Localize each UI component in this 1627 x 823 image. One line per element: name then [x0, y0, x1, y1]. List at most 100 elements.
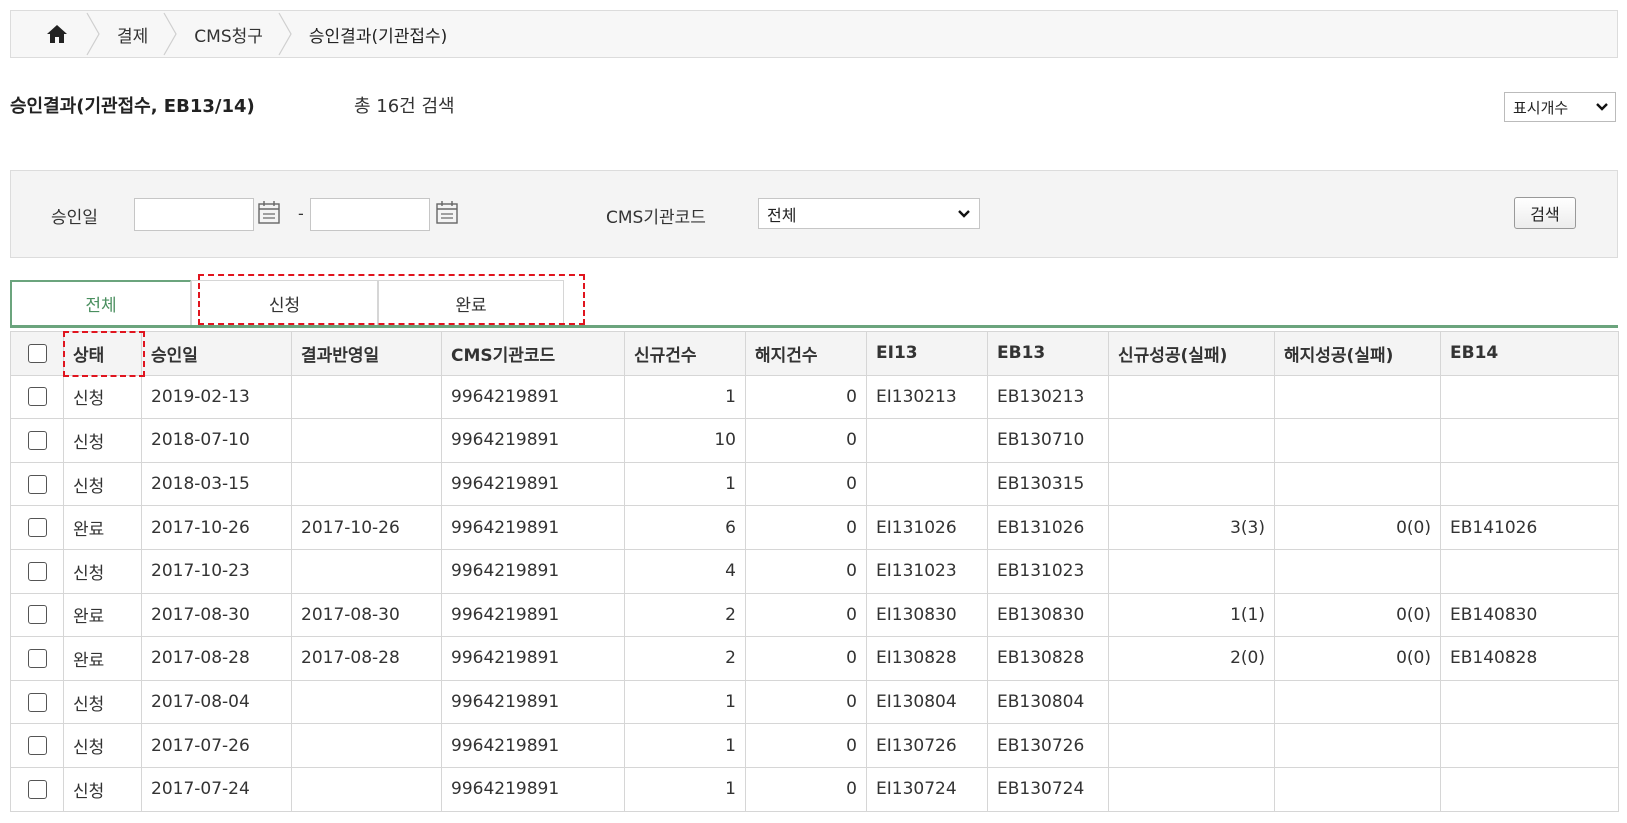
status-cell: 신청	[63, 461, 142, 507]
row-checkbox[interactable]	[27, 779, 47, 799]
cms-org-code-cell: 9964219891	[441, 418, 625, 463]
ei13-cell: EI131026	[866, 505, 988, 550]
row-select-cell	[10, 723, 64, 768]
status-cell: 완료	[63, 592, 142, 638]
table-row[interactable]: 신청 2017-07-24 9964219891 1 0 EI130724 EB…	[10, 766, 1619, 812]
approval-date-cell: 2017-08-30	[141, 592, 292, 638]
new-success-fail-cell	[1108, 766, 1275, 812]
date-separator: -	[298, 204, 304, 223]
cancel-count-cell: 0	[745, 679, 867, 725]
table-row[interactable]: 완료 2017-08-30 2017-08-30 9964219891 2 0 …	[10, 592, 1619, 638]
status-cell: 신청	[63, 679, 142, 725]
breadcrumb-item-cms-billing[interactable]: CMS청구	[194, 22, 263, 47]
row-checkbox[interactable]	[27, 736, 47, 756]
home-icon[interactable]	[43, 20, 71, 48]
chevron-right-icon	[86, 12, 100, 56]
chevron-right-icon	[163, 12, 177, 56]
status-cell: 신청	[63, 548, 142, 594]
calendar-icon[interactable]	[257, 200, 281, 226]
table-row[interactable]: 신청 2017-08-04 9964219891 1 0 EI130804 EB…	[10, 679, 1619, 725]
row-checkbox[interactable]	[27, 474, 47, 494]
date-to-input[interactable]	[310, 198, 430, 231]
row-checkbox[interactable]	[27, 692, 47, 712]
status-tabs: 전체 신청 완료	[10, 280, 1618, 328]
row-select-cell	[10, 679, 64, 725]
cms-org-code-cell: 9964219891	[441, 505, 625, 550]
ei13-cell	[866, 418, 988, 463]
table-row[interactable]: 신청 2018-07-10 9964219891 10 0 EB130710	[10, 418, 1619, 463]
column-header-eb14[interactable]: EB14	[1440, 331, 1619, 376]
column-header-result-date[interactable]: 결과반영일	[291, 331, 442, 376]
row-checkbox[interactable]	[27, 518, 47, 538]
column-header-new-success-fail[interactable]: 신규성공(실패)	[1108, 331, 1275, 376]
column-header-cms-org-code[interactable]: CMS기관코드	[441, 331, 625, 376]
column-header-approval-date[interactable]: 승인일	[141, 331, 292, 376]
column-header-ei13[interactable]: EI13	[866, 331, 988, 376]
column-header-eb13[interactable]: EB13	[987, 331, 1109, 376]
table-row[interactable]: 신청 2018-03-15 9964219891 1 0 EB130315	[10, 461, 1619, 507]
display-count-select[interactable]: 표시개수	[1504, 92, 1616, 122]
new-success-fail-cell	[1108, 461, 1275, 507]
approval-date-cell: 2017-10-26	[141, 505, 292, 550]
cms-org-code-value: 전체	[767, 205, 797, 225]
eb13-cell: EB130828	[987, 636, 1109, 681]
row-checkbox[interactable]	[27, 387, 47, 407]
ei13-cell: EI130804	[866, 679, 988, 725]
table-row[interactable]: 신청 2017-10-23 9964219891 4 0 EI131023 EB…	[10, 548, 1619, 594]
cms-org-code-cell: 9964219891	[441, 679, 625, 725]
tab-all[interactable]: 전체	[10, 280, 191, 325]
cancel-success-fail-cell	[1274, 461, 1441, 507]
row-select-cell	[10, 548, 64, 594]
row-select-cell	[10, 636, 64, 681]
table-row[interactable]: 완료 2017-08-28 2017-08-28 9964219891 2 0 …	[10, 636, 1619, 681]
row-select-cell	[10, 505, 64, 550]
select-all-checkbox[interactable]	[27, 343, 47, 363]
row-checkbox[interactable]	[27, 605, 47, 625]
date-from-input[interactable]	[134, 198, 254, 231]
table-row[interactable]: 신청 2017-07-26 9964219891 1 0 EI130726 EB…	[10, 723, 1619, 768]
cancel-success-fail-cell: 0(0)	[1274, 592, 1441, 638]
approval-date-cell: 2018-03-15	[141, 461, 292, 507]
status-cell: 신청	[63, 418, 142, 463]
column-header-status[interactable]: 상태	[63, 331, 142, 376]
eb14-cell	[1440, 679, 1619, 725]
tab-requested[interactable]: 신청	[191, 280, 378, 325]
cms-org-code-cell: 9964219891	[441, 374, 625, 420]
column-header-new-count[interactable]: 신규건수	[624, 331, 746, 376]
breadcrumb-item-payment[interactable]: 결제	[117, 22, 148, 47]
row-checkbox[interactable]	[27, 430, 47, 450]
result-date-cell	[291, 374, 442, 420]
column-header-cancel-success-fail[interactable]: 해지성공(실패)	[1274, 331, 1441, 376]
table-row[interactable]: 신청 2019-02-13 9964219891 1 0 EI130213 EB…	[10, 374, 1619, 420]
page-title: 승인결과(기관접수, EB13/14)	[10, 96, 255, 117]
eb13-cell: EB130710	[987, 418, 1109, 463]
row-checkbox[interactable]	[27, 561, 47, 581]
cms-org-code-select[interactable]: 전체	[758, 198, 980, 229]
status-cell: 신청	[63, 723, 142, 768]
breadcrumb-item-approval-result: 승인결과(기관접수)	[308, 26, 448, 47]
row-select-cell	[10, 766, 64, 812]
display-count-label: 표시개수	[1513, 98, 1569, 117]
new-success-fail-cell	[1108, 374, 1275, 420]
eb13-cell: EB130724	[987, 766, 1109, 812]
approval-result-table: 상태 승인일 결과반영일 CMS기관코드 신규건수 해지건수 EI13 EB13…	[10, 331, 1619, 812]
table-row[interactable]: 완료 2017-10-26 2017-10-26 9964219891 6 0 …	[10, 505, 1619, 550]
new-success-fail-cell: 1(1)	[1108, 592, 1275, 638]
ei13-cell: EI131023	[866, 548, 988, 594]
result-date-cell	[291, 418, 442, 463]
column-header-cancel-count[interactable]: 해지건수	[745, 331, 867, 376]
tab-completed[interactable]: 완료	[378, 280, 564, 325]
row-select-cell	[10, 461, 64, 507]
eb14-cell	[1440, 461, 1619, 507]
status-cell: 신청	[63, 374, 142, 420]
calendar-icon[interactable]	[435, 200, 459, 226]
table-header-row: 상태 승인일 결과반영일 CMS기관코드 신규건수 해지건수 EI13 EB13…	[10, 331, 1619, 376]
row-checkbox[interactable]	[27, 648, 47, 668]
new-count-cell: 1	[624, 766, 746, 812]
search-button[interactable]: 검색	[1514, 197, 1576, 229]
approval-date-cell: 2019-02-13	[141, 374, 292, 420]
cms-org-code-label: CMS기관코드	[606, 208, 706, 228]
cancel-count-cell: 0	[745, 374, 867, 420]
cancel-success-fail-cell	[1274, 548, 1441, 594]
ei13-cell: EI130726	[866, 723, 988, 768]
